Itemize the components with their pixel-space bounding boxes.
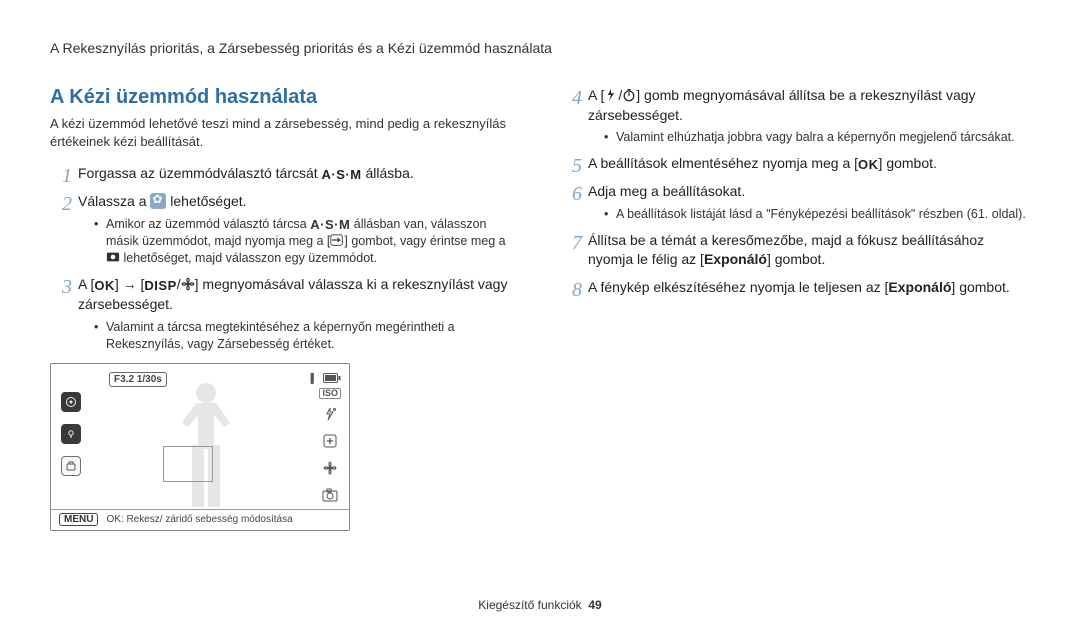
ok-glyph: OK [858, 156, 879, 174]
section-intro: A kézi üzemmód lehetővé teszi mind a zár… [50, 115, 520, 150]
lcd-flash-icon [323, 407, 337, 426]
step-5-b: ] gombot. [879, 155, 937, 171]
timer-icon [622, 88, 636, 102]
macro-icon [181, 277, 195, 291]
lcd-iso-icon: ISO [319, 388, 341, 399]
step-2-text-b: lehetőséget. [166, 193, 246, 209]
lcd-left-icon-3 [61, 456, 81, 476]
step-2-sub-c: ] gombot, vagy érintse meg a [344, 234, 505, 248]
step-number: 1 [50, 162, 72, 190]
step-1: 1 Forgassa az üzemmódválasztó tárcsát A·… [50, 164, 520, 184]
camera-lcd-illustration: F3.2 1/30s ▌ ISO [50, 363, 350, 531]
page-header: A Rekesznyílás prioritás, a Zársebesség … [50, 40, 1030, 56]
step-5: 5 A beállítások elmentéséhez nyomja meg … [560, 154, 1030, 174]
step-number: 4 [560, 84, 582, 112]
lcd-left-icon-2 [61, 424, 81, 444]
lcd-evcomp-icon [323, 434, 337, 453]
step-2-sub-a: Amikor az üzemmód választó tárcsa [106, 217, 310, 231]
lcd-exposure-badge: F3.2 1/30s [109, 372, 167, 387]
step-number: 2 [50, 190, 72, 218]
step-2-text-a: Válassza a [78, 193, 150, 209]
footer-page: 49 [588, 598, 601, 612]
step-2-sub: Amikor az üzemmód választó tárcsa A·S·M … [78, 216, 520, 267]
step-2: 2 Válassza a lehetőséget. Amikor az üzem… [50, 192, 520, 267]
step-7-btn: Exponáló [704, 251, 767, 267]
asm-glyph: A·S·M [310, 216, 350, 234]
lcd-focus-icon [323, 461, 337, 480]
step-8-c: ] gombot. [951, 279, 1009, 295]
lcd-bottom-text: OK: Rekesz/ záridő sebesség módosítása [106, 514, 292, 525]
step-8-btn: Exponáló [888, 279, 951, 295]
step-7-c: ] gombot. [767, 251, 825, 267]
step-number: 8 [560, 276, 582, 304]
step-3-sub: Valamint a tárcsa megtekintéséhez a képe… [78, 319, 520, 353]
step-7: 7 Állítsa be a témát a keresőmezőbe, maj… [560, 231, 1030, 270]
rec-dot-icon: ▌ [311, 374, 317, 383]
asm-glyph: A·S·M [322, 166, 362, 184]
section-title: A Kézi üzemmód használata [50, 86, 520, 109]
mode-icon [106, 250, 120, 264]
step-3: 3 A [OK] → [DISP/] megnyomásával válassz… [50, 275, 520, 353]
lcd-menu-badge: MENU [59, 513, 98, 526]
step-5-a: A beállítások elmentéséhez nyomja meg a … [588, 155, 858, 171]
step-number: 6 [560, 180, 582, 208]
mode-m-icon [150, 193, 166, 209]
step-number: 5 [560, 152, 582, 180]
step-3-text-b: ] → [ [115, 276, 145, 292]
step-4-sub: Valamint elhúzhatja jobbra vagy balra a … [588, 129, 1030, 146]
disp-glyph: DISP [144, 277, 176, 295]
step-4-a: A [ [588, 87, 604, 103]
step-1-text-b: állásba. [362, 165, 414, 181]
step-6: 6 Adja meg a beállításokat. A beállításo… [560, 182, 1030, 222]
step-number: 7 [560, 229, 582, 257]
step-6-text: Adja meg a beállításokat. [588, 183, 745, 199]
back-icon [330, 233, 344, 247]
step-4: 4 A [/] gomb megnyomásával állítsa be a … [560, 86, 1030, 146]
step-1-text-a: Forgassa az üzemmódválasztó tárcsát [78, 165, 322, 181]
page-footer: Kiegészítő funkciók 49 [0, 598, 1080, 612]
battery-icon [323, 370, 341, 388]
flash-icon [604, 88, 618, 102]
step-4-c: ] gomb megnyomásával állítsa be a rekesz… [588, 87, 976, 123]
footer-label: Kiegészítő funkciók [478, 598, 581, 612]
lcd-left-icon-1 [61, 392, 81, 412]
step-number: 3 [50, 273, 72, 301]
step-3-text-a: A [ [78, 276, 94, 292]
lcd-focus-rect [163, 446, 213, 482]
step-2-sub-d: lehetőséget, majd válasszon egy üzemmódo… [120, 251, 377, 265]
step-8-a: A fénykép elkészítéséhez nyomja le telje… [588, 279, 888, 295]
step-6-sub: A beállítások listáját lásd a "Fényképez… [588, 206, 1030, 223]
lcd-camera-icon [322, 488, 338, 507]
ok-glyph: OK [94, 277, 115, 295]
step-8: 8 A fénykép elkészítéséhez nyomja le tel… [560, 278, 1030, 298]
